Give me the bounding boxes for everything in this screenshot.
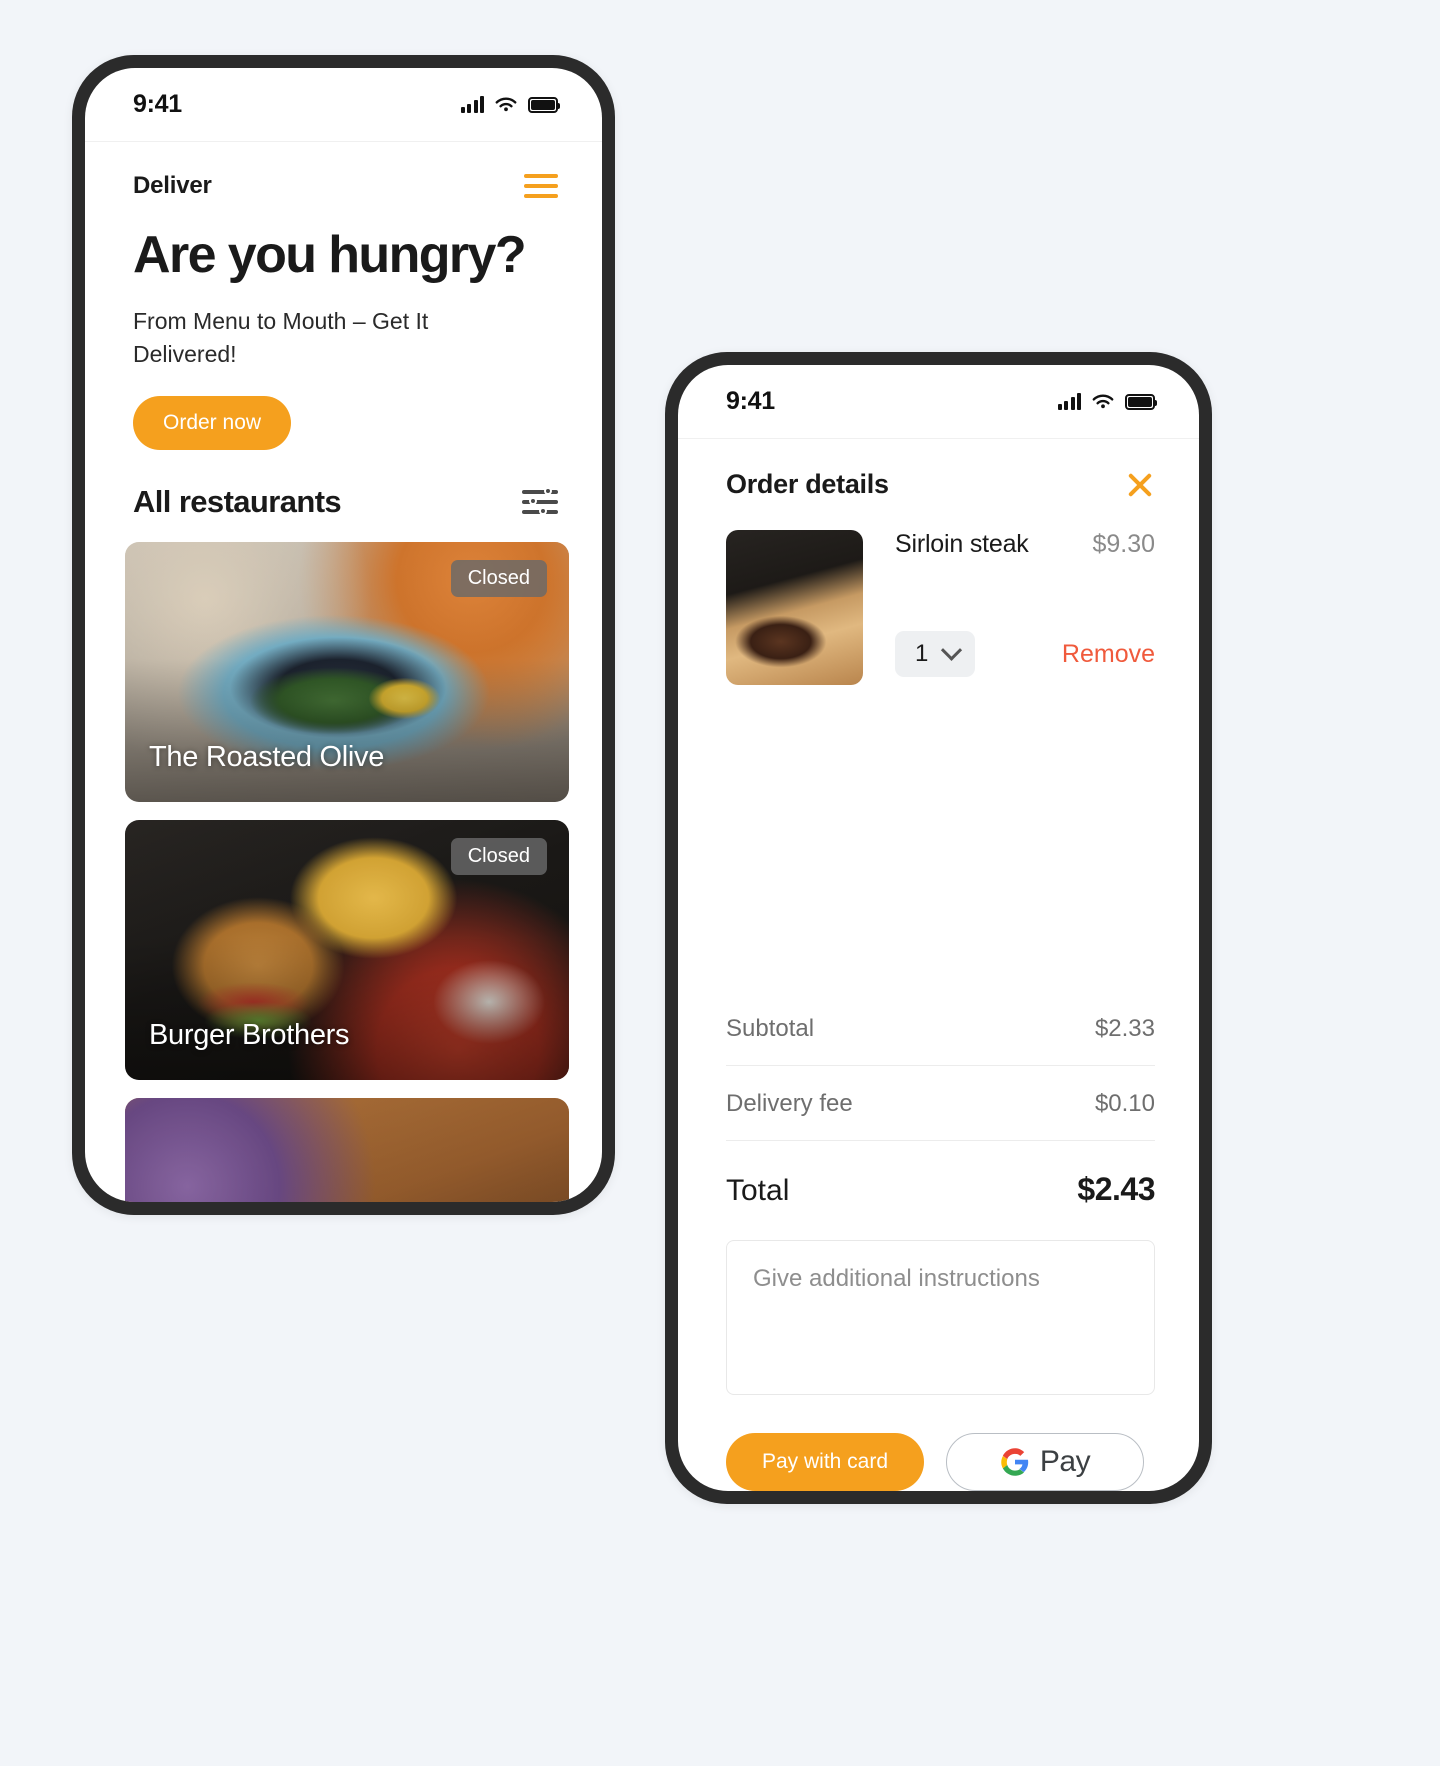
total-row: Total $2.43 — [726, 1141, 1155, 1234]
order-line-item: Sirloin steak $9.30 1 Remove — [678, 500, 1199, 685]
restaurant-card[interactable]: Closed Burger Brothers — [125, 820, 569, 1081]
subtotal-value: $2.33 — [1094, 1015, 1155, 1042]
order-now-button[interactable]: Order now — [133, 396, 292, 451]
filter-sliders-icon[interactable] — [522, 487, 558, 517]
delivery-fee-label: Delivery fee — [726, 1090, 853, 1117]
phone-device-left: 9:41 Deliver Are you hungry? From Menu t… — [72, 55, 615, 1215]
signal-bars-icon — [1057, 393, 1081, 410]
item-details: Sirloin steak $9.30 1 Remove — [863, 530, 1155, 685]
status-icons — [1057, 393, 1157, 411]
total-value: $2.43 — [1077, 1171, 1155, 1207]
google-g-icon — [1001, 1448, 1029, 1476]
app-brand: Deliver — [133, 172, 212, 199]
item-price: $9.30 — [1092, 530, 1155, 558]
home-screen-body: Deliver Are you hungry? From Menu to Mou… — [85, 142, 602, 1202]
subtotal-label: Subtotal — [726, 1015, 815, 1042]
hamburger-menu-icon[interactable] — [524, 174, 558, 198]
restaurant-card[interactable]: Closed The Roasted Olive — [125, 542, 569, 803]
status-badge: Closed — [450, 560, 547, 598]
restaurant-name: The Roasted Olive — [149, 741, 385, 774]
wifi-icon — [495, 97, 517, 111]
item-thumbnail — [726, 530, 863, 685]
phone-screen-right: 9:41 Order details Sirloin steak $9.30 1… — [678, 365, 1199, 1491]
sirloin-steak-photo — [726, 530, 863, 685]
total-label: Total — [726, 1174, 790, 1207]
status-bar-left: 9:41 — [85, 68, 602, 142]
google-pay-label: Pay — [1039, 1445, 1091, 1478]
item-name: Sirloin steak — [895, 530, 1029, 558]
status-bar-right: 9:41 — [678, 365, 1199, 439]
card-scrim — [125, 1098, 569, 1202]
restaurant-name: Burger Brothers — [149, 1019, 350, 1052]
app-topbar: Deliver — [85, 142, 602, 200]
item-controls-row: 1 Remove — [895, 631, 1155, 677]
battery-full-icon — [1125, 393, 1157, 410]
order-details-body: Order details Sirloin steak $9.30 1 Remo… — [678, 439, 1199, 1491]
item-title-row: Sirloin steak $9.30 — [895, 530, 1155, 559]
payment-actions: Pay with card Pay — [678, 1395, 1199, 1491]
section-title: All restaurants — [133, 484, 342, 520]
delivery-fee-value: $0.10 — [1094, 1090, 1155, 1117]
status-time: 9:41 — [133, 90, 182, 118]
quantity-select[interactable]: 1 — [895, 631, 976, 677]
status-badge: Closed — [450, 838, 547, 876]
pay-with-card-button[interactable]: Pay with card — [726, 1433, 924, 1491]
subtotal-row: Subtotal $2.33 — [726, 991, 1155, 1066]
status-time: 9:41 — [726, 387, 775, 415]
restaurant-card-list: Closed The Roasted Olive Closed Burger B… — [85, 520, 602, 1202]
page-title: Are you hungry? — [133, 226, 527, 284]
delivery-fee-row: Delivery fee $0.10 — [726, 1066, 1155, 1141]
hero-subtitle: From Menu to Mouth – Get It Delivered! — [133, 308, 429, 367]
phone-screen-left: 9:41 Deliver Are you hungry? From Menu t… — [85, 68, 602, 1202]
quantity-value: 1 — [915, 640, 929, 667]
additional-instructions-input[interactable] — [726, 1240, 1155, 1395]
order-details-header: Order details — [678, 439, 1199, 500]
order-totals: Subtotal $2.33 Delivery fee $0.10 Total … — [678, 991, 1199, 1234]
signal-bars-icon — [460, 96, 484, 113]
phone-device-right: 9:41 Order details Sirloin steak $9.30 1… — [665, 352, 1212, 1504]
remove-item-button[interactable]: Remove — [1062, 640, 1155, 669]
restaurant-card[interactable] — [125, 1098, 569, 1202]
chevron-down-icon — [941, 639, 963, 661]
all-restaurants-header: All restaurants — [85, 450, 602, 520]
close-x-icon[interactable] — [1125, 470, 1155, 500]
page-title: Order details — [726, 469, 889, 499]
wifi-icon — [1092, 394, 1114, 408]
battery-full-icon — [528, 96, 560, 113]
google-pay-button[interactable]: Pay — [946, 1433, 1144, 1491]
status-icons — [460, 96, 560, 114]
